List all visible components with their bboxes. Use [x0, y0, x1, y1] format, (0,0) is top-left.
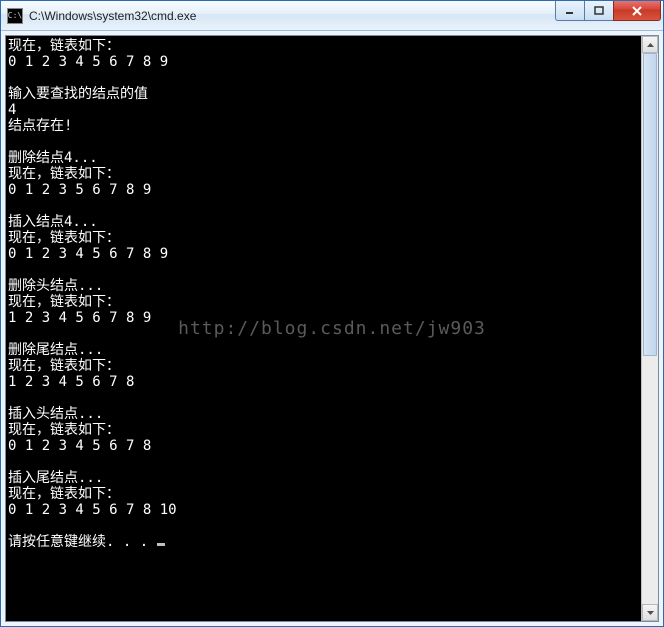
window-title: C:\Windows\system32\cmd.exe — [29, 9, 555, 23]
close-icon — [631, 5, 643, 17]
scrollbar-track[interactable] — [642, 53, 658, 604]
maximize-icon — [594, 6, 604, 16]
titlebar[interactable]: C:\ C:\Windows\system32\cmd.exe — [1, 1, 663, 31]
window-controls — [555, 1, 661, 21]
minimize-button[interactable] — [555, 1, 584, 21]
maximize-button[interactable] — [584, 1, 613, 21]
console[interactable]: 现在，链表如下： 0 1 2 3 4 5 6 7 8 9 输入要查找的结点的值 … — [5, 35, 659, 622]
cmd-window: C:\ C:\Windows\system32\cmd.exe 现在，链表如下：… — [0, 0, 664, 627]
scroll-up-button[interactable] — [642, 36, 658, 53]
close-button[interactable] — [613, 1, 661, 21]
scroll-down-button[interactable] — [642, 604, 658, 621]
minimize-icon — [565, 6, 575, 16]
console-output: 现在，链表如下： 0 1 2 3 4 5 6 7 8 9 输入要查找的结点的值 … — [6, 36, 641, 621]
cmd-icon: C:\ — [7, 8, 23, 24]
vertical-scrollbar[interactable] — [641, 36, 658, 621]
chevron-down-icon — [647, 611, 654, 615]
client-area: 现在，链表如下： 0 1 2 3 4 5 6 7 8 9 输入要查找的结点的值 … — [1, 31, 663, 626]
chevron-up-icon — [647, 43, 654, 47]
scrollbar-thumb[interactable] — [643, 53, 657, 356]
cursor — [157, 543, 165, 546]
